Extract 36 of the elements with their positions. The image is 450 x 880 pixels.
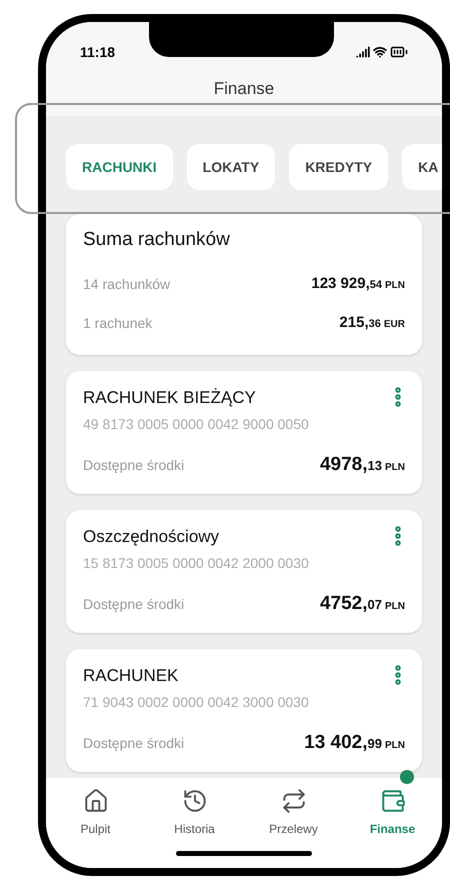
balance-label: Dostępne środki bbox=[83, 594, 184, 614]
amount: 4978,13 PLN bbox=[320, 453, 405, 477]
summary-label: 14 rachunków bbox=[83, 274, 170, 294]
amount: 215,36 EUR bbox=[339, 313, 405, 333]
tab[interactable]: LOKATY bbox=[186, 144, 276, 190]
amount: 123 929,54 PLN bbox=[311, 274, 405, 294]
account-name: Oszczędnościowy bbox=[83, 526, 220, 548]
balance-label: Dostępne środki bbox=[83, 456, 184, 475]
account-number: 71 9043 0002 0000 0042 3000 0030 bbox=[83, 693, 310, 712]
summary-label: 1 rachunek bbox=[83, 314, 152, 332]
account-number: 15 8173 0005 0000 0042 2000 0030 bbox=[83, 554, 310, 573]
nav-item[interactable]: Przelewy bbox=[254, 788, 334, 868]
tab[interactable]: RACHUNKI bbox=[66, 144, 173, 190]
balance-label: Dostępne środki bbox=[83, 734, 184, 753]
account-card[interactable]: RACHUNEK 71 9043 0002 0000 0042 3000 0030 Dostępne środki 13 402,99 PLN bbox=[66, 648, 422, 772]
home-icon bbox=[82, 788, 108, 814]
amount: 4752,07 PLN bbox=[320, 592, 405, 616]
header-title: Finanse bbox=[214, 78, 274, 100]
account-name: RACHUNEK bbox=[83, 664, 178, 686]
nav-item[interactable]: Historia bbox=[154, 788, 234, 868]
account-card[interactable]: Oszczędnościowy 15 8173 0005 0000 0042 2000 0030 Dostępne środki 4752,07 PLN bbox=[66, 510, 422, 632]
summary-title: Suma rachunków bbox=[83, 228, 231, 252]
tab[interactable]: KA bbox=[402, 144, 442, 190]
nav-item[interactable]: Finanse bbox=[352, 788, 432, 868]
nav-item[interactable]: Pulpit bbox=[56, 788, 136, 868]
amount: 13 402,99 PLN bbox=[304, 731, 405, 755]
wallet-icon bbox=[380, 788, 406, 814]
account-name: RACHUNEK BIEŻĄCY bbox=[83, 386, 256, 408]
tab[interactable]: KREDYTY bbox=[289, 144, 388, 190]
status-time: 11:18 bbox=[80, 42, 116, 62]
transfer-icon bbox=[280, 788, 306, 814]
history-icon bbox=[182, 788, 208, 814]
wifi-icon bbox=[373, 45, 387, 59]
signal-icon bbox=[356, 45, 370, 59]
account-number: 49 8173 0005 0000 0042 9000 0050 bbox=[83, 415, 310, 434]
account-card[interactable]: RACHUNEK BIEŻĄCY 49 8173 0005 0000 0042 9000 0050 Dostępne środki 4978,13 PLN bbox=[66, 370, 422, 494]
